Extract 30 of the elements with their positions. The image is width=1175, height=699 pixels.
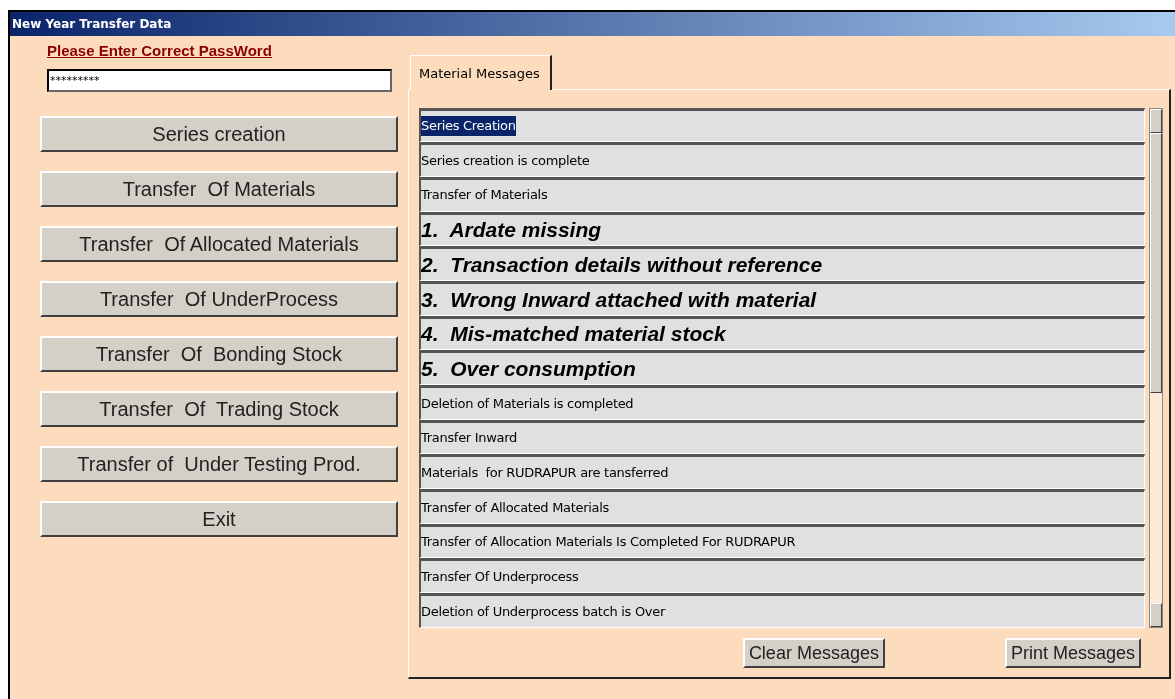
message-row[interactable]: Transfer Of Underprocess	[419, 558, 1145, 594]
message-row[interactable]: Deletion of Materials is completed	[419, 385, 1145, 420]
action-button[interactable]: Transfer of Under Testing Prod.	[40, 445, 398, 482]
scrollbar[interactable]	[1149, 107, 1163, 628]
action-button[interactable]: Print Messages	[1004, 637, 1141, 668]
action-button[interactable]: Transfer Of Bonding Stock	[40, 335, 398, 372]
password-field[interactable]: *********	[47, 68, 392, 92]
message-row[interactable]: Transfer of Allocated Materials	[419, 489, 1145, 524]
message-row[interactable]: Series creation is complete	[419, 142, 1145, 177]
action-button[interactable]: Transfer Of Allocated Materials	[40, 225, 398, 262]
action-button[interactable]: Series creation	[40, 115, 398, 152]
message-row[interactable]: Transfer Inward	[419, 419, 1145, 455]
password-label: Please Enter Correct PassWord	[47, 41, 273, 61]
action-button[interactable]: Transfer Of Materials	[40, 170, 398, 207]
action-button[interactable]: Clear Messages	[742, 637, 885, 668]
window-title: New Year Transfer Data	[10, 12, 1175, 36]
message-row[interactable]: Series Creation	[419, 107, 1145, 143]
message-row[interactable]: Materials for RUDRAPUR are tansferred	[419, 454, 1145, 490]
message-row[interactable]: 5. Over consumption	[419, 350, 1145, 385]
message-row[interactable]: 3. Wrong Inward attached with material	[419, 280, 1145, 316]
message-row[interactable]: Transfer of Materials	[419, 176, 1145, 212]
action-button[interactable]: Transfer Of Trading Stock	[40, 390, 398, 427]
message-row[interactable]: 2. Transaction details without reference	[419, 246, 1145, 281]
tab[interactable]: Material Messages	[410, 55, 552, 90]
message-row[interactable]: Deletion of Underprocess batch is Over	[419, 593, 1145, 628]
action-button[interactable]: Transfer Of UnderProcess	[40, 280, 398, 317]
message-row[interactable]: 1. Ardate missing	[419, 211, 1145, 247]
action-button[interactable]: Exit	[40, 500, 398, 537]
message-row[interactable]: Transfer of Allocation Materials Is Completed For RUDRAPUR	[419, 523, 1145, 559]
message-row[interactable]: 4. Mis-matched material stock	[419, 315, 1145, 351]
